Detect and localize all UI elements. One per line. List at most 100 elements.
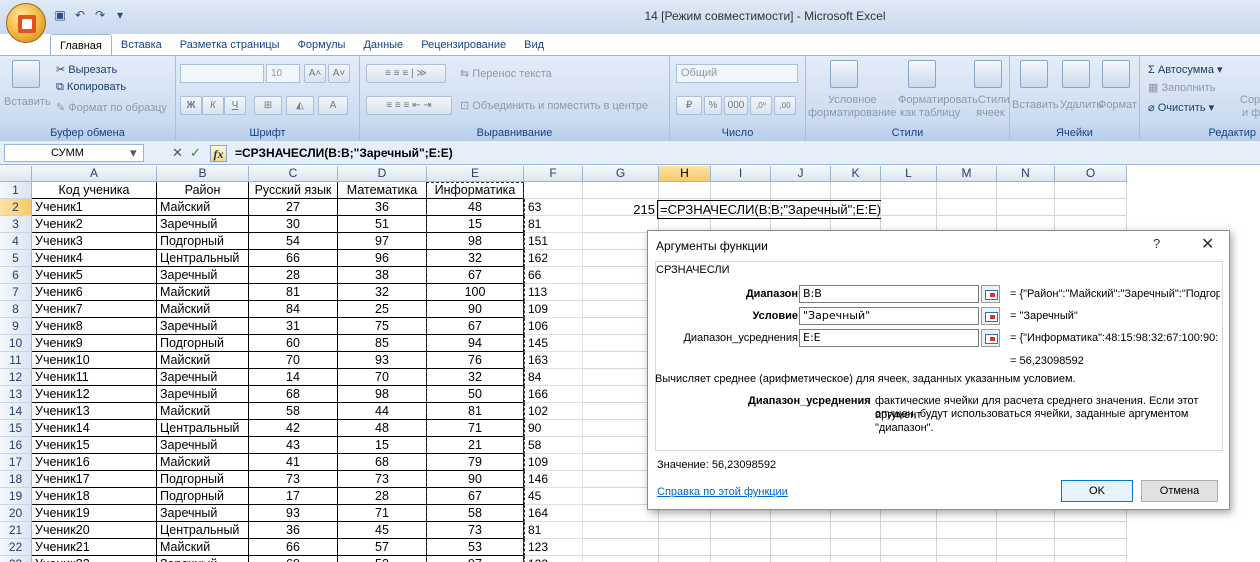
cell-a[interactable]: Ученик15: [32, 437, 157, 454]
column-header-i[interactable]: I: [711, 166, 771, 182]
cell-d[interactable]: 96: [338, 250, 427, 267]
grid-cell[interactable]: [1055, 539, 1127, 556]
sort-filter-label-2[interactable]: и ф: [1242, 107, 1260, 119]
cell-a[interactable]: Ученик13: [32, 403, 157, 420]
arg-input-range[interactable]: B:B: [799, 285, 979, 303]
row-header[interactable]: 15: [0, 420, 32, 437]
merge-center-button[interactable]: ⊡ Объединить и поместить в центре: [460, 99, 648, 112]
collapse-dialog-icon[interactable]: [981, 307, 1000, 325]
name-box-dropdown-icon[interactable]: ▾: [130, 144, 137, 162]
row-header[interactable]: 2: [0, 199, 32, 216]
font-size-box[interactable]: 10: [266, 64, 300, 83]
column-header-f[interactable]: F: [524, 166, 583, 182]
cell-f[interactable]: 146: [524, 471, 583, 488]
cell-f[interactable]: 166: [524, 386, 583, 403]
grid-cell[interactable]: [659, 539, 711, 556]
cell-f[interactable]: 145: [524, 335, 583, 352]
delete-cells-icon[interactable]: [1062, 60, 1090, 88]
tab-insert[interactable]: Вставка: [112, 34, 171, 56]
bold-button[interactable]: Ж: [180, 96, 202, 115]
grid-cell[interactable]: [881, 199, 937, 216]
cell-a[interactable]: Ученик8: [32, 318, 157, 335]
number-format-box[interactable]: Общий: [676, 64, 798, 83]
shrink-font-icon[interactable]: A˅: [328, 64, 350, 83]
tab-formulas[interactable]: Формулы: [289, 34, 355, 56]
cell-a[interactable]: Ученик9: [32, 335, 157, 352]
cell-d[interactable]: 71: [338, 505, 427, 522]
cell-d[interactable]: 48: [338, 420, 427, 437]
cell-f[interactable]: 84: [524, 369, 583, 386]
cell-a[interactable]: Ученик5: [32, 267, 157, 284]
grid-cell[interactable]: [711, 522, 771, 539]
cell-d[interactable]: 70: [338, 369, 427, 386]
tab-home[interactable]: Главная: [50, 34, 112, 56]
paste-icon[interactable]: [12, 60, 40, 88]
cell-f[interactable]: 122: [524, 556, 583, 562]
conditional-format-label[interactable]: Условное: [828, 94, 877, 106]
row-header[interactable]: 7: [0, 284, 32, 301]
cell-d[interactable]: 51: [338, 216, 427, 233]
column-header-n[interactable]: N: [997, 166, 1055, 182]
cell-c[interactable]: 41: [249, 454, 338, 471]
tab-data[interactable]: Данные: [354, 34, 412, 56]
cell-b[interactable]: Заречный: [157, 369, 249, 386]
grid-cell[interactable]: [881, 539, 937, 556]
tab-view[interactable]: Вид: [515, 34, 553, 56]
cell-g2-value[interactable]: 215: [619, 201, 657, 218]
autosum-button[interactable]: Σ Автосумма ▾: [1148, 63, 1223, 76]
cell-a[interactable]: Ученик2: [32, 216, 157, 233]
cell-a[interactable]: Ученик14: [32, 420, 157, 437]
cell-d[interactable]: 28: [338, 488, 427, 505]
cell-c[interactable]: 27: [249, 199, 338, 216]
grid-cell[interactable]: [659, 556, 711, 562]
cell-f[interactable]: 163: [524, 352, 583, 369]
grid-cell[interactable]: [997, 522, 1055, 539]
cell-c[interactable]: 43: [249, 437, 338, 454]
column-header-l[interactable]: L: [881, 166, 937, 182]
cell-d[interactable]: 45: [338, 522, 427, 539]
row-header[interactable]: 4: [0, 233, 32, 250]
cell-d[interactable]: 32: [338, 284, 427, 301]
grid-cell[interactable]: [583, 556, 659, 562]
grid-cell[interactable]: [583, 522, 659, 539]
fill-color-icon[interactable]: ◭: [286, 96, 314, 115]
row-header[interactable]: 1: [0, 182, 32, 199]
column-header-g[interactable]: G: [583, 166, 659, 182]
wrap-text-button[interactable]: ⇆ Перенос текста: [460, 67, 552, 80]
cell-c[interactable]: 31: [249, 318, 338, 335]
cell-d[interactable]: 98: [338, 386, 427, 403]
fill-button[interactable]: ▦ Заполнить: [1148, 81, 1215, 94]
row-header[interactable]: 5: [0, 250, 32, 267]
column-header-k[interactable]: K: [831, 166, 881, 182]
grid-cell[interactable]: [831, 556, 881, 562]
cell-f[interactable]: 106: [524, 318, 583, 335]
grid-cell[interactable]: [1055, 199, 1127, 216]
cell-b[interactable]: Центральный: [157, 250, 249, 267]
cell-c[interactable]: 69: [249, 556, 338, 562]
cell-f[interactable]: 123: [524, 539, 583, 556]
format-cells-button[interactable]: Формат: [1098, 99, 1137, 111]
row-header[interactable]: 6: [0, 267, 32, 284]
cell-a[interactable]: Ученик12: [32, 386, 157, 403]
grid-cell[interactable]: [881, 182, 937, 199]
cell-f[interactable]: 109: [524, 301, 583, 318]
font-color-icon[interactable]: A: [318, 96, 348, 115]
cell-c[interactable]: 42: [249, 420, 338, 437]
cell-b[interactable]: Центральный: [157, 420, 249, 437]
decrease-decimal-button[interactable]: ,00: [774, 96, 796, 115]
grid-cell[interactable]: [881, 522, 937, 539]
grid-cell[interactable]: [659, 522, 711, 539]
cell-b[interactable]: Заречный: [157, 437, 249, 454]
cell-h2-formula[interactable]: =СРЗНАЧЕСЛИ(B:B;"Заречный";E:E): [657, 200, 882, 219]
grid-cell[interactable]: [1055, 522, 1127, 539]
grid-cell[interactable]: [771, 539, 831, 556]
cell-f[interactable]: 102: [524, 403, 583, 420]
cell-d[interactable]: 73: [338, 471, 427, 488]
cell-d[interactable]: 25: [338, 301, 427, 318]
insert-function-icon[interactable]: fx: [210, 145, 227, 162]
paste-button[interactable]: Вставить: [4, 96, 51, 108]
cell-d[interactable]: 44: [338, 403, 427, 420]
grid-cell[interactable]: [831, 539, 881, 556]
horizontal-align-icon[interactable]: ≡ ≡ ≡ ⇤ ⇥: [366, 96, 452, 115]
conditional-format-label-2[interactable]: форматирование: [808, 107, 896, 119]
